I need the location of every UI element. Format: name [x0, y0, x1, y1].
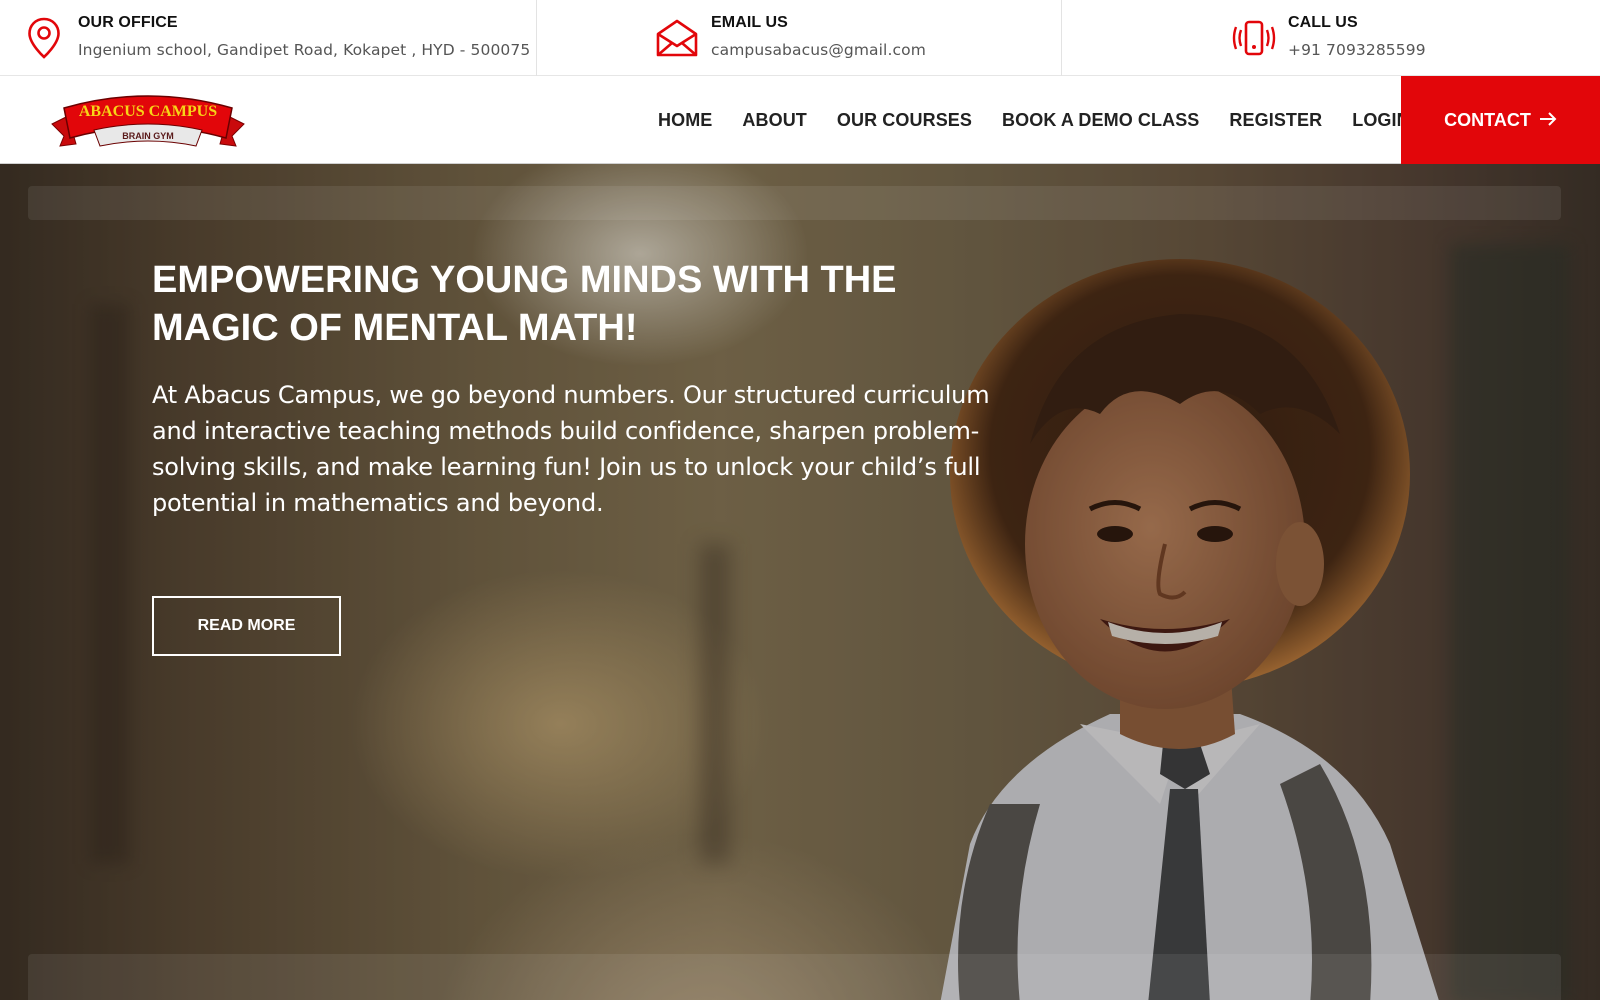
hero-banner: EMPOWERING YOUNG MINDS WITH THE MAGIC OF… [0, 164, 1600, 1000]
hero-heading: EMPOWERING YOUNG MINDS WITH THE MAGIC OF… [152, 259, 897, 349]
main-navbar: ABACUS CAMPUS BRAIN GYM HOME ABOUT OUR C… [0, 76, 1600, 164]
office-title: OUR OFFICE [78, 13, 178, 31]
nav-home[interactable]: HOME [658, 110, 712, 131]
hero-description: At Abacus Campus, we go beyond numbers. … [152, 381, 990, 517]
call-info: CALL US +91 7093285599 [1062, 0, 1600, 76]
main-menu: HOME ABOUT OUR COURSES BOOK A DEMO CLASS… [658, 76, 1440, 164]
office-info: OUR OFFICE Ingenium school, Gandipet Roa… [0, 0, 537, 76]
map-pin-icon [22, 16, 66, 60]
nav-about[interactable]: ABOUT [742, 110, 807, 131]
top-info-bar: OUR OFFICE Ingenium school, Gandipet Roa… [0, 0, 1600, 76]
hero-bottom-overlay-strip [28, 954, 1561, 1000]
logo-title: ABACUS CAMPUS [79, 103, 217, 120]
contact-button[interactable]: CONTACT [1401, 76, 1600, 164]
logo-subtitle: BRAIN GYM [122, 131, 174, 141]
email-title: EMAIL US [711, 13, 788, 31]
nav-register[interactable]: REGISTER [1229, 110, 1322, 131]
email-info: EMAIL US campusabacus@gmail.com [537, 0, 1062, 76]
contact-label: CONTACT [1444, 109, 1531, 130]
envelope-icon [655, 16, 699, 60]
office-address: Ingenium school, Gandipet Road, Kokapet … [78, 40, 531, 59]
hero-top-overlay-strip [28, 186, 1561, 220]
nav-book-demo-class[interactable]: BOOK A DEMO CLASS [1002, 110, 1199, 131]
arrow-right-icon [1539, 110, 1557, 131]
nav-our-courses[interactable]: OUR COURSES [837, 110, 972, 131]
phone-link[interactable]: +91 7093285599 [1288, 41, 1426, 59]
abacus-campus-logo[interactable]: ABACUS CAMPUS BRAIN GYM [46, 86, 250, 156]
email-link[interactable]: campusabacus@gmail.com [711, 41, 926, 59]
read-more-button[interactable]: READ MORE [152, 596, 341, 656]
call-title: CALL US [1288, 13, 1358, 31]
phone-ringing-icon [1232, 16, 1276, 60]
